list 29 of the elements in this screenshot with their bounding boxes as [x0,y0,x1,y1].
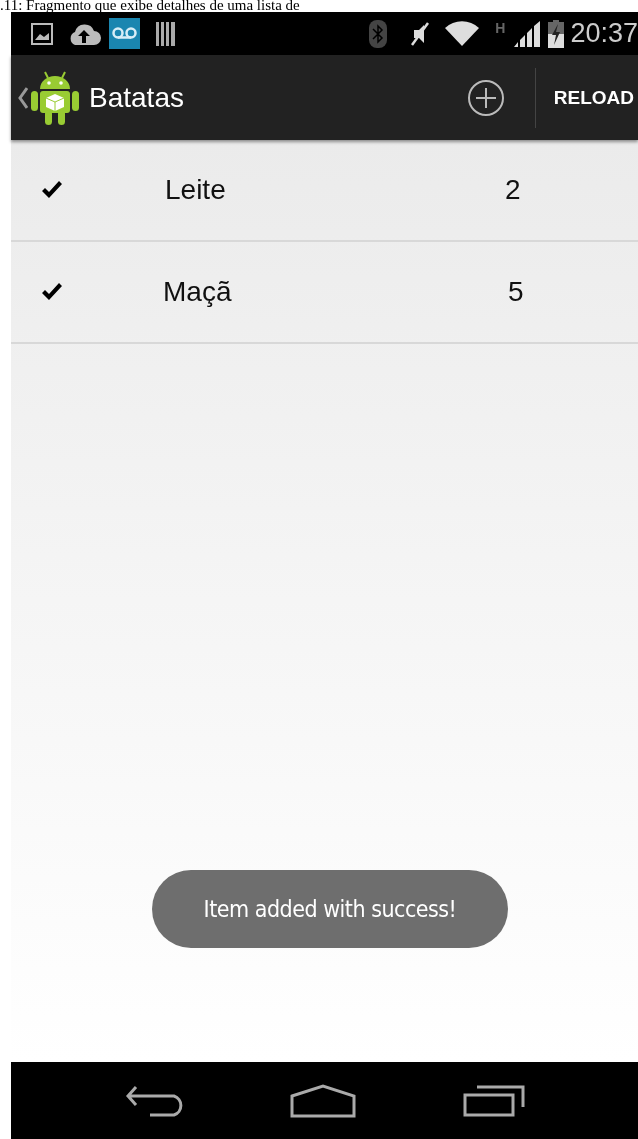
item-quantity: 5 [508,276,524,308]
network-type-label: H [495,20,506,36]
robot-app-icon[interactable] [31,69,79,126]
recent-apps-button[interactable] [462,1084,525,1117]
back-caret-icon[interactable] [18,86,28,109]
back-icon [124,1084,185,1117]
voicemail-icon [109,18,140,49]
recent-apps-icon [462,1084,525,1117]
picture-icon [31,22,53,45]
toast-message: Item added with success! [152,870,508,948]
reload-button[interactable]: RELOAD [549,78,638,117]
bluetooth-icon [369,19,388,48]
add-icon [466,78,505,117]
checkmark-icon[interactable] [41,282,63,302]
home-button[interactable] [290,1083,357,1118]
checkmark-icon[interactable] [41,180,63,200]
back-button[interactable] [124,1084,185,1117]
item-quantity: 2 [505,174,521,206]
battery-charging-icon [548,19,565,48]
barcode-icon [155,20,177,47]
item-name: Maçã [163,276,233,308]
wifi-icon [445,20,480,47]
screen-title: Batatas [89,81,184,114]
figure-caption: .11: Fragmento que exibe detalhes de uma lista de [0,0,300,13]
clock-time: 20:37 [570,18,638,49]
add-button[interactable] [466,78,505,117]
home-icon [290,1083,357,1118]
item-name: Leite [165,174,227,206]
mute-icon [409,20,432,47]
